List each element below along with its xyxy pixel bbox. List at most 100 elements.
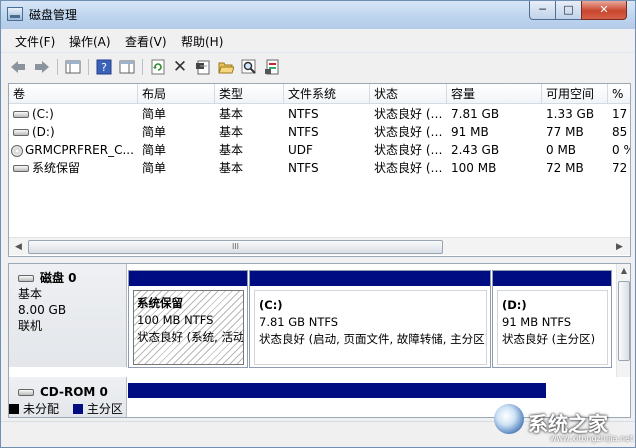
scroll-up-icon[interactable]: ▲ [617, 266, 630, 279]
column-header-type[interactable]: 类型 [215, 84, 284, 104]
legend-label: 主分区 [86, 402, 123, 416]
disk-type: 基本 [18, 287, 43, 301]
cell-capacity: 7.81 GB [451, 107, 500, 121]
legend-item-unallocated: 未分配 [9, 402, 63, 416]
cell-free-space: 0 MB [546, 143, 577, 157]
disk-graphical-view: 磁盘 0 基本 8.00 GB 联机 系统保留 100 MB NTFS 状态良好… [8, 263, 631, 418]
partition-details: (D:) 91 MB NTFS 状态良好 (主分区) [497, 290, 608, 365]
toolbar-separator [142, 59, 143, 75]
cell-layout: 简单 [142, 125, 167, 139]
delete-icon[interactable]: ✕ [171, 57, 189, 77]
table-row[interactable]: (C:) 简单 基本 NTFS 状态良好 (… 7.81 GB 1.33 GB … [9, 105, 630, 123]
properties-icon[interactable] [194, 58, 212, 76]
toolbar-separator [57, 59, 58, 75]
site-watermark: 系统之家 www.xitongzhijia.net [488, 398, 634, 446]
disk-icon [18, 275, 34, 282]
properties-pane-icon[interactable] [118, 58, 136, 76]
partition-c[interactable]: (C:) 7.81 GB NTFS 状态良好 (启动, 页面文件, 故障转储, … [249, 270, 491, 368]
minimize-button[interactable]: ─ [529, 1, 556, 20]
cell-filesystem: NTFS [288, 107, 319, 121]
volume-list: 卷 布局 类型 文件系统 状态 容量 可用空间 % (C:) 简单 基本 NTF… [8, 83, 631, 257]
column-header-capacity[interactable]: 容量 [447, 84, 542, 104]
cell-type: 基本 [219, 143, 244, 157]
cell-capacity: 100 MB [451, 161, 497, 175]
partition-status: 状态良好 (主分区) [502, 332, 596, 346]
search-icon[interactable] [240, 58, 258, 76]
menu-file[interactable]: 文件(F) [15, 33, 55, 50]
table-row[interactable]: GRMCPRFRER_C... 简单 基本 UDF 状态良好 (… 2.43 G… [9, 141, 630, 159]
column-header-percent-free[interactable]: % [608, 84, 630, 104]
cell-type: 基本 [219, 107, 244, 121]
disk-management-window: 磁盘管理 ─ □ ✕ 文件(F) 操作(A) 查看(V) 帮助(H) ? ✕ 卷… [0, 0, 636, 448]
cell-layout: 简单 [142, 107, 167, 121]
horizontal-scrollbar[interactable]: ◀ III ▶ [9, 237, 630, 255]
cell-volume: (C:) [32, 107, 54, 121]
back-arrow-icon[interactable] [9, 58, 27, 76]
volume-list-header: 卷 布局 类型 文件系统 状态 容量 可用空间 % [9, 84, 630, 104]
legend-item-primary-partition: 主分区 [72, 402, 123, 416]
cd-drive-icon [18, 389, 34, 396]
menu-action[interactable]: 操作(A) [69, 33, 111, 50]
watermark-text: 系统之家 [528, 412, 608, 436]
partition-status: 状态良好 (启动, 页面文件, 故障转储, 主分区) [259, 332, 487, 346]
menu-bar: 文件(F) 操作(A) 查看(V) 帮助(H) [1, 30, 635, 51]
cell-volume: 系统保留 [32, 161, 81, 175]
partition-details: 系统保留 100 MB NTFS 状态良好 (系统, 活动, 主分区) [133, 290, 244, 365]
partition-color-bar [128, 383, 546, 398]
cell-filesystem: NTFS [288, 125, 319, 139]
title-bar[interactable]: 磁盘管理 ─ □ ✕ [1, 1, 635, 29]
cell-status: 状态良好 (… [374, 107, 443, 121]
disk-management-icon [7, 7, 23, 21]
partition-label: (C:) [259, 298, 283, 312]
menu-view[interactable]: 查看(V) [125, 33, 167, 50]
legend-label: 未分配 [23, 402, 60, 416]
scrollbar-thumb[interactable]: III [28, 240, 443, 254]
disk-name: 磁盘 0 [40, 271, 77, 285]
scrollbar-thumb[interactable] [618, 281, 630, 361]
column-header-free-space[interactable]: 可用空间 [542, 84, 608, 104]
column-header-layout[interactable]: 布局 [138, 84, 215, 104]
column-header-status[interactable]: 状态 [370, 84, 447, 104]
watermark-url: www.xitongzhijia.net [550, 434, 634, 443]
disk-name: CD-ROM 0 [40, 385, 108, 399]
scroll-left-icon[interactable]: ◀ [11, 240, 26, 254]
disk-status: 联机 [18, 319, 43, 333]
menu-help[interactable]: 帮助(H) [181, 33, 223, 50]
disk-0-info[interactable]: 磁盘 0 基本 8.00 GB 联机 [9, 264, 127, 367]
cell-status: 状态良好 (… [374, 125, 443, 139]
vertical-scrollbar[interactable]: ▲ [616, 264, 630, 377]
cell-volume: (D:) [32, 125, 55, 139]
partition-label: (D:) [502, 298, 527, 312]
maximize-button[interactable]: □ [555, 1, 582, 20]
partition-color-bar [129, 271, 247, 286]
help-icon[interactable]: ? [95, 58, 113, 76]
partition-system-reserved[interactable]: 系统保留 100 MB NTFS 状态良好 (系统, 活动, 主分区) [128, 270, 248, 368]
cell-percent-free: 17 [612, 107, 628, 121]
console-tree-icon[interactable] [64, 58, 82, 76]
partition-d[interactable]: (D:) 91 MB NTFS 状态良好 (主分区) [492, 270, 612, 368]
drive-icon [13, 111, 29, 118]
cell-percent-free: 0 % [612, 143, 630, 157]
scroll-right-icon[interactable]: ▶ [612, 240, 627, 254]
cell-status: 状态良好 (… [374, 161, 443, 175]
partition-size: 7.81 GB NTFS [259, 315, 339, 329]
partition-size: 100 MB NTFS [137, 313, 214, 327]
disk-size: 8.00 GB [18, 303, 67, 317]
legend-swatch [9, 404, 19, 414]
cell-type: 基本 [219, 125, 244, 139]
column-header-filesystem[interactable]: 文件系统 [284, 84, 370, 104]
table-row[interactable]: (D:) 简单 基本 NTFS 状态良好 (… 91 MB 77 MB 85 [9, 123, 630, 141]
table-row[interactable]: 系统保留 简单 基本 NTFS 状态良好 (… 100 MB 72 MB 72 [9, 159, 630, 177]
cell-free-space: 72 MB [546, 161, 584, 175]
open-folder-icon[interactable] [217, 58, 235, 76]
toolbar: ? ✕ [1, 52, 635, 80]
cell-percent-free: 85 [612, 125, 628, 139]
refresh-icon[interactable] [149, 58, 167, 76]
column-header-volume[interactable]: 卷 [9, 84, 138, 104]
close-button[interactable]: ✕ [581, 1, 627, 20]
cell-layout: 简单 [142, 143, 167, 157]
partition-size: 91 MB NTFS [502, 315, 572, 329]
export-icon[interactable] [263, 58, 281, 76]
forward-arrow-icon[interactable] [33, 58, 51, 76]
window-title: 磁盘管理 [29, 8, 78, 22]
